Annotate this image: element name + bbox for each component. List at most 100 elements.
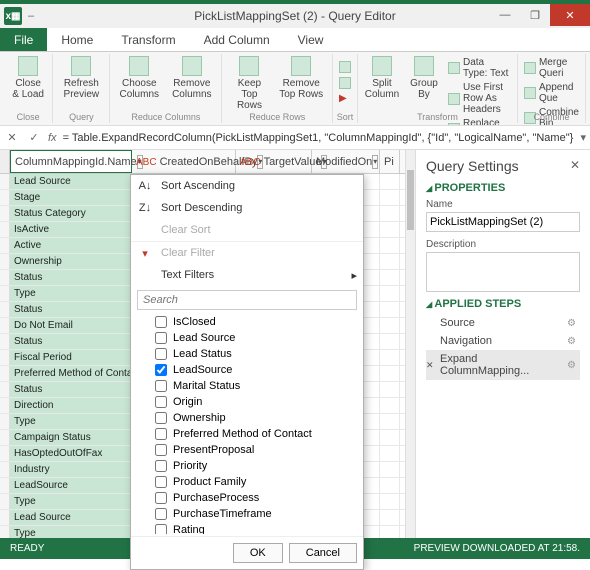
data-grid: ColumnMappingId.Name▾ ABCCreatedOnBehalf… [0, 150, 405, 538]
name-input[interactable] [426, 212, 580, 232]
firstrow-button[interactable]: Use First Row As Headers [446, 81, 513, 116]
refresh-button[interactable]: Refresh Preview [57, 54, 105, 102]
filter-checkbox-item[interactable]: Lead Status [137, 346, 357, 362]
checkbox-input[interactable] [155, 348, 167, 360]
ok-button[interactable]: OK [233, 543, 283, 563]
filter-checkbox-item[interactable]: Preferred Method of Contact [137, 426, 357, 442]
applied-step[interactable]: Navigation⚙ [426, 332, 580, 350]
filter-checkbox-item[interactable]: PresentProposal [137, 442, 357, 458]
checkbox-input[interactable] [155, 428, 167, 440]
cell: IsActive [10, 222, 132, 237]
cell: Preferred Method of Contact [10, 366, 132, 381]
clear-filter-item: ▾Clear Filter [131, 242, 363, 264]
datatype-button[interactable]: Data Type: Text [446, 56, 513, 80]
ribbon-tabs: File Home Transform Add Column View [0, 28, 590, 52]
sort-more-button[interactable]: ▶ [337, 92, 353, 105]
gear-icon[interactable]: ⚙ [567, 336, 576, 347]
filter-search-input[interactable] [137, 290, 357, 310]
tab-view[interactable]: View [284, 28, 338, 51]
append-button[interactable]: Append Que [522, 81, 581, 105]
applied-step[interactable]: Source⚙ [426, 314, 580, 332]
checkbox-input[interactable] [155, 396, 167, 408]
app-icon: x▦ [4, 7, 22, 25]
col-header-1[interactable]: ColumnMappingId.Name▾ [10, 150, 132, 173]
filter-checkbox-item[interactable]: PurchaseTimeframe [137, 506, 357, 522]
qat-dash: – [28, 10, 34, 22]
settings-close-icon[interactable]: ✕ [570, 158, 580, 174]
filter-checkbox-item[interactable]: Marital Status [137, 378, 357, 394]
filter-checkbox-item[interactable]: Ownership [137, 410, 357, 426]
cell: Type [10, 286, 132, 301]
applied-steps-header[interactable]: APPLIED STEPS [426, 298, 580, 310]
formula-dropdown-icon[interactable]: ▾ [580, 131, 586, 144]
tab-transform[interactable]: Transform [107, 28, 189, 51]
merge-button[interactable]: Merge Queri [522, 56, 581, 80]
formula-check-icon[interactable]: ✓ [26, 131, 42, 144]
cell: Status Category [10, 206, 132, 221]
checkbox-input[interactable] [155, 460, 167, 472]
tab-add-column[interactable]: Add Column [190, 28, 284, 51]
minimize-button[interactable]: — [490, 4, 520, 26]
properties-header[interactable]: PROPERTIES [426, 182, 580, 194]
remove-columns-button[interactable]: Remove Columns [166, 54, 217, 102]
filter-checkbox-item[interactable]: Origin [137, 394, 357, 410]
settings-title: Query Settings [426, 158, 519, 174]
remove-rows-button[interactable]: Remove Top Rows [274, 54, 328, 113]
cell: Status [10, 334, 132, 349]
close-load-button[interactable]: Close & Load [8, 54, 48, 102]
col-header-4[interactable]: ModifiedOn▾ [312, 150, 380, 173]
applied-step[interactable]: Expand ColumnMapping...⚙ [426, 350, 580, 380]
checkbox-input[interactable] [155, 476, 167, 488]
filter-checkbox-item[interactable]: Priority [137, 458, 357, 474]
tab-home[interactable]: Home [47, 28, 107, 51]
cell: Active [10, 238, 132, 253]
checkbox-input[interactable] [155, 380, 167, 392]
filter-checkbox-item[interactable]: Rating [137, 522, 357, 534]
filter-checkbox-item[interactable]: Lead Source [137, 330, 357, 346]
cell: Status [10, 382, 132, 397]
col-header-2[interactable]: ABCCreatedOnBehalfBy▾ [132, 150, 236, 173]
checkbox-input[interactable] [155, 508, 167, 520]
choose-columns-button[interactable]: Choose Columns [114, 54, 164, 102]
sort-desc-button[interactable] [337, 76, 353, 90]
filter-checkbox-item[interactable]: LeadSource [137, 362, 357, 378]
clear-sort-item: Clear Sort [131, 219, 363, 241]
gear-icon[interactable]: ⚙ [567, 318, 576, 329]
col-header-5[interactable]: Pi [380, 150, 400, 173]
filter-menu: A↓Sort Ascending Z↓Sort Descending Clear… [130, 174, 364, 570]
checkbox-input[interactable] [155, 524, 167, 534]
filter-checkbox-item[interactable]: Product Family [137, 474, 357, 490]
cell: Fiscal Period [10, 350, 132, 365]
keep-rows-button[interactable]: Keep Top Rows [226, 54, 272, 113]
col-header-3[interactable]: ABCTargetValue▾ [236, 150, 312, 173]
cell: Status [10, 302, 132, 317]
cell: Direction [10, 398, 132, 413]
checkbox-input[interactable] [155, 444, 167, 456]
sort-desc-item[interactable]: Z↓Sort Descending [131, 197, 363, 219]
checkbox-input[interactable] [155, 316, 167, 328]
cell: Do Not Email [10, 318, 132, 333]
titlebar: x▦ – PickListMappingSet (2) - Query Edit… [0, 0, 590, 28]
checkbox-input[interactable] [155, 492, 167, 504]
sort-asc-item[interactable]: A↓Sort Ascending [131, 175, 363, 197]
grid-scrollbar[interactable] [405, 150, 415, 538]
checkbox-input[interactable] [155, 412, 167, 424]
ribbon: Close & Load Close Refresh Preview Query… [0, 52, 590, 126]
text-filters-item[interactable]: Text Filters▸ [131, 264, 363, 286]
gear-icon[interactable]: ⚙ [567, 360, 576, 371]
formula-input[interactable] [63, 132, 575, 144]
checkbox-input[interactable] [155, 364, 167, 376]
name-label: Name [426, 199, 453, 210]
cancel-button[interactable]: Cancel [289, 543, 357, 563]
sort-asc-button[interactable] [337, 60, 353, 74]
filter-checkbox-item[interactable]: PurchaseProcess [137, 490, 357, 506]
cell: LeadSource [10, 478, 132, 493]
desc-input[interactable] [426, 252, 580, 292]
formula-cancel-icon[interactable]: ✕ [4, 131, 20, 144]
close-button[interactable]: ✕ [550, 4, 590, 26]
maximize-button[interactable]: ❐ [520, 4, 550, 26]
tab-file[interactable]: File [0, 28, 47, 51]
checkbox-input[interactable] [155, 332, 167, 344]
filter-checkbox-item[interactable]: IsClosed [137, 314, 357, 330]
query-settings-pane: Query Settings✕ PROPERTIES Name Descript… [415, 150, 590, 538]
